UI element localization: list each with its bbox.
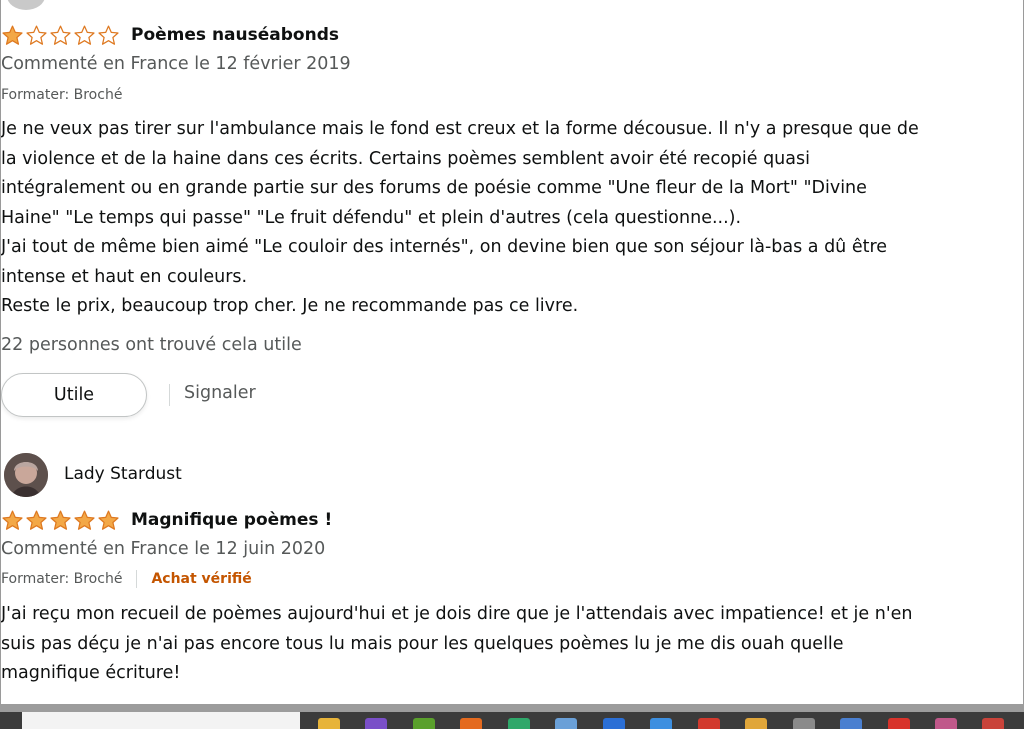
star-empty-icon xyxy=(98,25,119,45)
review-body: J'ai reçu mon recueil de poèmes aujourd'… xyxy=(1,604,913,683)
review-title[interactable]: Magnifique poèmes ! xyxy=(131,510,332,530)
format-label: Formater: Broché xyxy=(1,87,123,103)
review-title[interactable]: Poèmes nauséabonds xyxy=(131,25,339,45)
verified-purchase-badge: Achat vérifié xyxy=(151,571,252,587)
divider xyxy=(169,384,170,406)
horizontal-scrollbar[interactable] xyxy=(0,704,1024,712)
taskbar-app-icon[interactable] xyxy=(460,718,482,729)
helpful-count: 22 personnes ont trouvé cela utile xyxy=(1,335,302,355)
report-link[interactable]: Signaler xyxy=(184,383,256,403)
review-date: Commenté en France le 12 février 2019 xyxy=(1,54,351,74)
taskbar-app-icon[interactable] xyxy=(745,718,767,729)
taskbar-app-icon[interactable] xyxy=(935,718,957,729)
helpful-button[interactable]: Utile xyxy=(1,373,147,417)
star-empty-icon xyxy=(50,25,71,45)
review-format: Formater: Broché Achat vérifié xyxy=(1,570,252,588)
taskbar-app-icon[interactable] xyxy=(982,718,1004,729)
previous-review-avatar xyxy=(7,0,45,10)
star-filled-icon xyxy=(98,510,119,530)
taskbar-app-icon[interactable] xyxy=(318,718,340,729)
star-empty-icon xyxy=(74,25,95,45)
taskbar xyxy=(0,704,1024,729)
taskbar-app-icon[interactable] xyxy=(603,718,625,729)
taskbar-app-icon[interactable] xyxy=(413,718,435,729)
avatar-photo-icon xyxy=(4,453,48,497)
review-body: Je ne veux pas tirer sur l'ambulance mai… xyxy=(1,119,919,316)
star-filled-icon xyxy=(74,510,95,530)
taskbar-app-icon[interactable] xyxy=(888,718,910,729)
review-format: Formater: Broché xyxy=(1,87,122,103)
review-list: Poèmes nauséabonds Commenté en France le… xyxy=(0,0,1024,704)
star-filled-icon xyxy=(50,510,71,530)
format-label: Formater: Broché xyxy=(1,571,123,587)
taskbar-app-icon[interactable] xyxy=(840,718,862,729)
taskbar-app-icon[interactable] xyxy=(555,718,577,729)
taskbar-app-icon[interactable] xyxy=(508,718,530,729)
taskbar-app-icon[interactable] xyxy=(793,718,815,729)
star-rating xyxy=(1,24,120,46)
review-date: Commenté en France le 12 juin 2020 xyxy=(1,539,326,559)
star-filled-icon xyxy=(2,510,23,530)
reviewer-name[interactable]: Lady Stardust xyxy=(64,464,182,484)
star-filled-icon xyxy=(26,510,47,530)
taskbar-app-icon[interactable] xyxy=(698,718,720,729)
star-rating xyxy=(1,509,120,531)
taskbar-app-icon[interactable] xyxy=(650,718,672,729)
star-empty-icon xyxy=(26,25,47,45)
taskbar-app-icon[interactable] xyxy=(365,718,387,729)
taskbar-search-box[interactable] xyxy=(22,712,300,729)
avatar[interactable] xyxy=(4,453,48,497)
divider xyxy=(136,570,138,588)
star-filled-icon xyxy=(2,25,23,45)
